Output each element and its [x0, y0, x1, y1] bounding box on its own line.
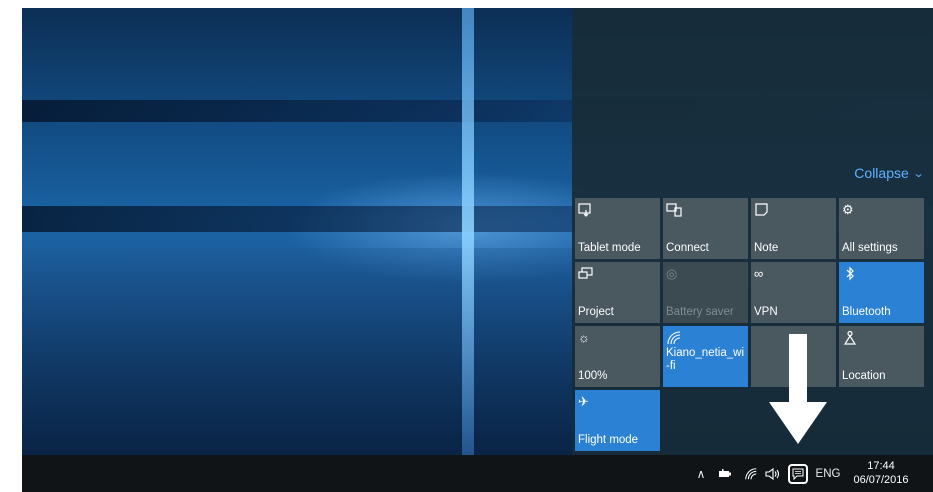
wallpaper-light-beam-vertical: [462, 8, 474, 455]
taskbar: ∧ ENG 17:44 06/07/2016: [22, 455, 933, 492]
volume-icon[interactable]: [763, 455, 783, 492]
tile-label: Connect: [666, 242, 709, 254]
tile-label: Location: [842, 370, 886, 382]
screen: Collapse ⌄ Tablet mode Connect Note ⚙ Al…: [22, 8, 933, 492]
show-hidden-icons-chevron-icon[interactable]: ∧: [694, 455, 708, 492]
tile-label: Battery saver: [666, 306, 734, 318]
tile-label: Note: [754, 242, 779, 254]
wifi-icon: [666, 330, 745, 346]
note-icon: [754, 202, 833, 218]
brightness-icon: ☼: [578, 330, 590, 345]
tile-empty[interactable]: [751, 326, 836, 387]
tile-tablet-mode[interactable]: Tablet mode: [575, 198, 660, 259]
tile-label: Bluetooth: [842, 306, 891, 318]
wifi-tray-icon[interactable]: [742, 455, 760, 492]
tile-label: Kiano_netia_wi -fi: [666, 347, 745, 372]
location-icon: [842, 330, 921, 346]
tile-vpn[interactable]: ∞ VPN: [751, 262, 836, 323]
bluetooth-icon: [842, 266, 921, 282]
language-indicator[interactable]: ENG: [814, 455, 842, 492]
notification-icon: [788, 463, 808, 484]
tile-label: VPN: [754, 306, 778, 318]
connect-icon: [666, 202, 745, 218]
tile-location[interactable]: Location: [839, 326, 924, 387]
tile-connect[interactable]: Connect: [663, 198, 748, 259]
collapse-button[interactable]: Collapse ⌄: [854, 165, 925, 181]
battery-saver-icon: ◎: [666, 266, 678, 281]
tablet-mode-icon: [578, 202, 657, 218]
tile-label: Flight mode: [578, 434, 639, 446]
tile-label: All settings: [842, 242, 898, 254]
airplane-icon: ✈: [578, 394, 589, 409]
tile-label: Tablet mode: [578, 242, 641, 254]
action-center-panel: Collapse ⌄ Tablet mode Connect Note ⚙ Al…: [572, 8, 933, 455]
tile-note[interactable]: Note: [751, 198, 836, 259]
tile-brightness[interactable]: ☼ 100%: [575, 326, 660, 387]
clock-date: 06/07/2016: [853, 474, 909, 486]
tile-label: Project: [578, 306, 614, 318]
vpn-icon: ∞: [754, 266, 764, 281]
clock-time: 17:44: [867, 460, 895, 472]
tile-bluetooth[interactable]: Bluetooth: [839, 262, 924, 323]
power-icon[interactable]: [716, 455, 734, 492]
tile-battery-saver[interactable]: ◎ Battery saver: [663, 262, 748, 323]
project-icon: [578, 266, 657, 282]
tile-wifi[interactable]: Kiano_netia_wi -fi: [663, 326, 748, 387]
gear-icon: ⚙: [842, 202, 854, 217]
tile-label: 100%: [578, 370, 608, 382]
tile-flight-mode[interactable]: ✈ Flight mode: [575, 390, 660, 451]
action-center-tray-button[interactable]: [787, 455, 809, 492]
clock[interactable]: 17:44 06/07/2016: [848, 459, 914, 487]
collapse-label: Collapse: [854, 165, 909, 181]
tile-all-settings[interactable]: ⚙ All settings: [839, 198, 924, 259]
chevron-down-icon: ⌄: [912, 167, 925, 180]
tile-project[interactable]: Project: [575, 262, 660, 323]
